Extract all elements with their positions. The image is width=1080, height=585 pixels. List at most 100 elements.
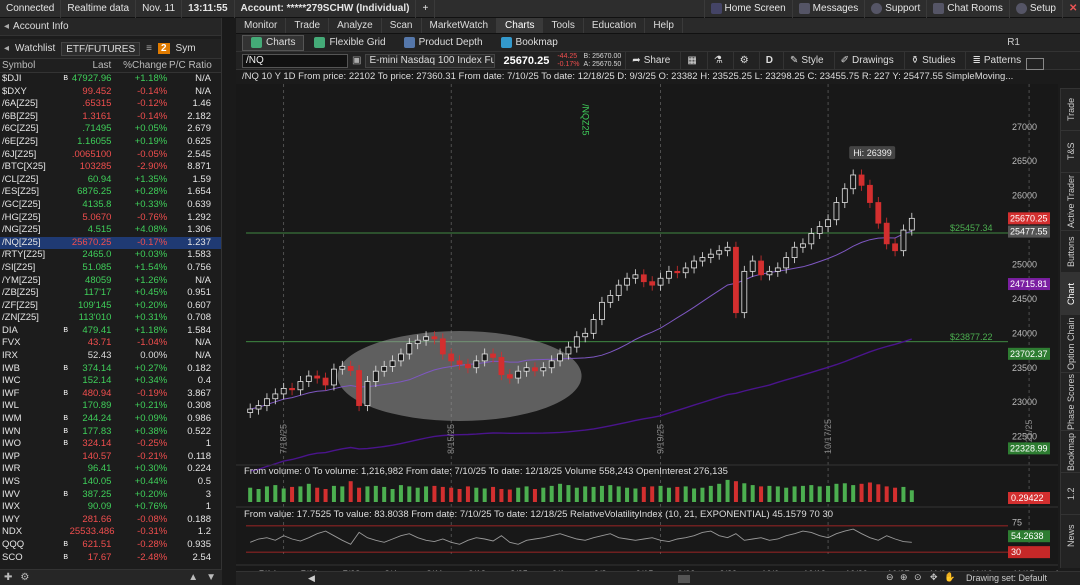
snapshot-icon[interactable]: ▦	[680, 51, 702, 70]
watchlist-row[interactable]: /BTC[X25] 103285 -2.90% 8.871	[0, 161, 221, 174]
watchlist-dropdown[interactable]: ETF/FUTURES	[61, 41, 141, 56]
watchlist-row[interactable]: NDX 25533.486 -0.31% 1.2	[0, 526, 221, 539]
col-pc-ratio[interactable]: P/C Ratio	[169, 59, 221, 72]
account-info-header[interactable]: Account Info	[13, 21, 69, 32]
price-chart[interactable]: 2250023000235002400024500250002550026000…	[236, 84, 1058, 579]
share-button[interactable]: ➦ Share	[625, 51, 676, 70]
watchlist-row[interactable]: /YM[Z25] 48059 +1.26% N/A	[0, 275, 221, 288]
watchlist-row[interactable]: /6A[Z25] .65315 -0.12% 1.46	[0, 98, 221, 111]
watchlist-row[interactable]: /ES[Z25] 6876.25 +0.28% 1.654	[0, 186, 221, 199]
menu-tools[interactable]: Tools	[543, 18, 584, 33]
side-tab-t-s[interactable]: T&S	[1061, 130, 1080, 172]
collapse-icon[interactable]: ◂	[4, 21, 9, 32]
side-tab-active-trader[interactable]: Active Trader	[1061, 172, 1080, 230]
col-symbol[interactable]: Symbol	[0, 59, 62, 72]
menu-charts[interactable]: Charts	[497, 18, 544, 33]
menu-education[interactable]: Education	[584, 18, 646, 33]
watchlist-row[interactable]: /NQ[Z25] 25670.25 -0.17% 1.237	[0, 236, 221, 250]
crosshair-icon[interactable]: ✥	[930, 572, 938, 583]
setup-button[interactable]: Setup	[1008, 0, 1062, 18]
patterns-button[interactable]: ≣ Patterns	[965, 51, 1027, 70]
watchlist-row[interactable]: IWR 96.41 +0.30% 0.224	[0, 463, 221, 476]
side-tab-news[interactable]: News	[1061, 514, 1080, 556]
watchlist-row[interactable]: SCO B 17.67 -2.48% 2.54	[0, 552, 221, 565]
menu-help[interactable]: Help	[645, 18, 683, 33]
chat-rooms-button[interactable]: Chat Rooms	[926, 0, 1009, 18]
drawing-set-label[interactable]: Drawing set: Default	[966, 573, 1047, 583]
menu-scan[interactable]: Scan	[382, 18, 422, 33]
settings-icon[interactable]: ⚙	[732, 51, 755, 70]
menu-trade[interactable]: Trade	[286, 18, 330, 33]
watchlist-row[interactable]: /HG[Z25] 5.0670 -0.76% 1.292	[0, 212, 221, 225]
watchlist-row[interactable]: /6J[Z25] .0065100 -0.05% 2.545	[0, 149, 221, 162]
close-icon[interactable]: ✕	[1062, 0, 1080, 18]
side-tab-bookmap[interactable]: Bookmap	[1061, 430, 1080, 472]
watchlist-row[interactable]: IWO B 324.14 -0.25% 1	[0, 438, 221, 451]
tab-charts[interactable]: Charts	[242, 34, 305, 51]
tab-flexible-grid[interactable]: Flexible Grid	[306, 34, 393, 52]
home-screen-button[interactable]: Home Screen	[703, 0, 792, 18]
pan-icon[interactable]: ✋	[944, 572, 955, 583]
side-tab-option-chain[interactable]: Option Chain	[1061, 314, 1080, 372]
zoom-out-icon[interactable]: ⊖	[886, 572, 894, 583]
watchlist-row[interactable]: /NG[Z25] 4.515 +4.08% 1.306	[0, 224, 221, 237]
side-tab-trade[interactable]: Trade	[1061, 88, 1080, 130]
watchlist-row[interactable]: $DXY 99.452 -0.14% N/A	[0, 86, 221, 99]
col-last[interactable]: Last	[70, 59, 114, 72]
watchlist-row[interactable]: /ZB[Z25] 117'17 +0.45% 0.951	[0, 287, 221, 300]
tab-product-depth[interactable]: Product Depth	[396, 34, 491, 52]
cart-icon[interactable]: ▣	[352, 55, 361, 66]
zoom-in-icon[interactable]: ⊕	[900, 572, 908, 583]
col-change[interactable]: %Change	[113, 59, 169, 72]
watchlist-row[interactable]: /SI[Z25] 51.085 +1.54% 0.756	[0, 262, 221, 275]
side-tab-phase-scores[interactable]: Phase Scores	[1061, 372, 1080, 430]
watchlist-row[interactable]: IRX 52.43 0.00% N/A	[0, 350, 221, 363]
watchlist-row[interactable]: QQQ B 621.51 -0.28% 0.935	[0, 539, 221, 552]
watchlist-row[interactable]: IWC 152.14 +0.34% 0.4	[0, 375, 221, 388]
scroll-down-icon[interactable]: ▼	[206, 572, 216, 583]
watchlist-row[interactable]: /6C[Z25] .71495 +0.05% 2.679	[0, 123, 221, 136]
menu-monitor[interactable]: Monitor	[236, 18, 287, 33]
watchlist-row[interactable]: /RTY[Z25] 2465.0 +0.03% 1.583	[0, 249, 221, 262]
side-tab-buttons[interactable]: Buttons	[1061, 230, 1080, 272]
menu-analyze[interactable]: Analyze	[329, 18, 382, 33]
watchlist-row[interactable]: IWP 140.57 -0.21% 0.118	[0, 451, 221, 464]
studies-button[interactable]: ⚱ Studies	[903, 51, 962, 70]
watchlist-row[interactable]: IWV B 387.25 +0.20% 3	[0, 489, 221, 502]
messages-button[interactable]: Messages	[791, 0, 865, 18]
watchlist-row[interactable]: IWN B 177.83 +0.38% 0.522	[0, 426, 221, 439]
collapse-watchlist-icon[interactable]: ◂	[4, 43, 9, 54]
add-tab-button[interactable]: +	[416, 0, 436, 18]
drawings-button[interactable]: ✐ Drawings	[833, 51, 900, 70]
watchlist-row[interactable]: /ZF[Z25] 109'145 +0.20% 0.607	[0, 300, 221, 313]
watchlist-row[interactable]: FVX 43.71 -1.04% N/A	[0, 337, 221, 350]
watchlist-row[interactable]: IWX 90.09 +0.76% 1	[0, 501, 221, 514]
watchlist-row[interactable]: /GC[Z25] 4135.8 +0.33% 0.639	[0, 199, 221, 212]
side-tab-chart[interactable]: Chart	[1061, 272, 1080, 314]
watchlist-row[interactable]: $DJI B 47927.96 +1.18% N/A	[0, 73, 221, 86]
watchlist-row[interactable]: /ZN[Z25] 113'010 +0.31% 0.708	[0, 312, 221, 325]
watchlist-row[interactable]: /6B[Z25] 1.3161 -0.14% 2.182	[0, 111, 221, 124]
scrollbar-handle[interactable]	[678, 575, 690, 583]
menu-marketwatch[interactable]: MarketWatch	[422, 18, 498, 33]
gear-icon[interactable]: ⚙	[20, 572, 29, 583]
watchlist-row[interactable]: IWM B 244.24 +0.09% 0.986	[0, 413, 221, 426]
watchlist-row[interactable]: /CL[Z25] 60.94 +1.35% 1.59	[0, 174, 221, 187]
watchlist-row[interactable]: /6E[Z25] 1.16055 +0.19% 0.625	[0, 136, 221, 149]
flask-icon[interactable]: ⚗	[706, 51, 729, 70]
watchlist-row[interactable]: DIA B 479.41 +1.18% 1.584	[0, 325, 221, 338]
symbol-input[interactable]: /NQ	[242, 53, 348, 68]
add-icon[interactable]: ✚	[4, 572, 12, 583]
period-button[interactable]: D	[758, 51, 779, 70]
watchlist-row[interactable]: IWB B 374.14 +0.27% 0.182	[0, 363, 221, 376]
scroll-left-icon[interactable]: ◀	[308, 573, 315, 584]
link-badge[interactable]: 2	[157, 43, 170, 54]
scroll-up-icon[interactable]: ▲	[188, 572, 198, 583]
menu-icon[interactable]: ≡	[146, 43, 152, 54]
tab-bookmap[interactable]: Bookmap	[493, 34, 566, 52]
watchlist-row[interactable]: IWF B 480.94 -0.19% 3.867	[0, 388, 221, 401]
style-button[interactable]: ✎ Style	[783, 51, 830, 70]
side-tab-1-2[interactable]: 1.2	[1061, 472, 1080, 514]
zoom-reset-icon[interactable]: ⊙	[914, 572, 922, 583]
watchlist-row[interactable]: IWS 140.05 +0.44% 0.5	[0, 476, 221, 489]
